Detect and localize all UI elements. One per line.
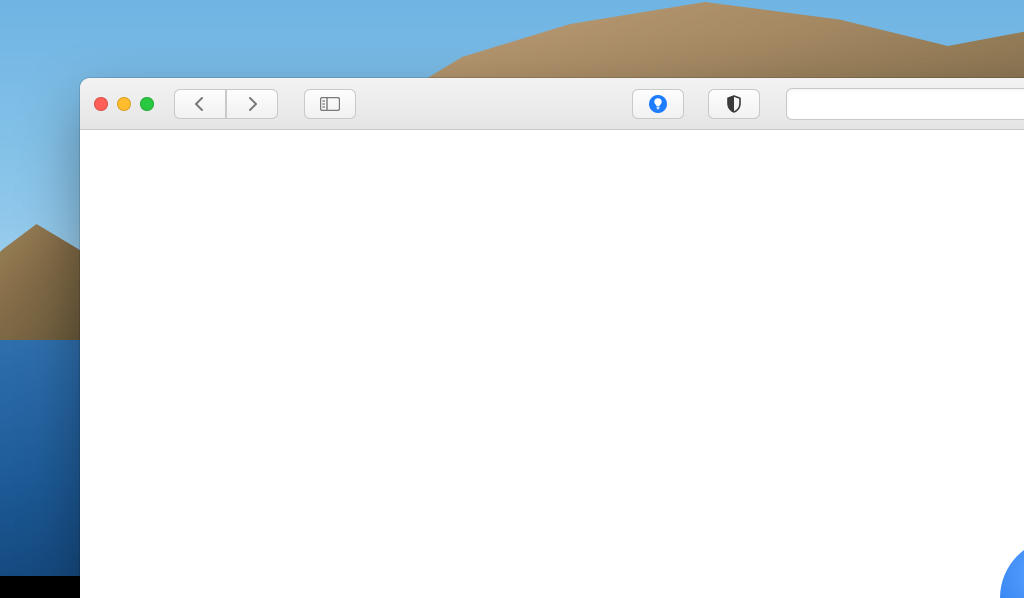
shield-icon: [726, 95, 742, 113]
privacy-report-button[interactable]: [708, 89, 760, 119]
page-content: [80, 130, 1024, 598]
tips-extension-button[interactable]: [632, 89, 684, 119]
chevron-left-icon: [194, 97, 206, 111]
close-button[interactable]: [94, 97, 108, 111]
window-controls: [94, 97, 154, 111]
chevron-right-icon: [246, 97, 258, 111]
safari-window: [80, 78, 1024, 598]
nav-back-forward: [174, 89, 278, 119]
forward-button[interactable]: [226, 89, 278, 119]
minimize-button[interactable]: [117, 97, 131, 111]
back-button[interactable]: [174, 89, 226, 119]
zoom-button[interactable]: [140, 97, 154, 111]
sidebar-icon: [320, 97, 340, 111]
page-graphic-circle: [1000, 538, 1024, 598]
lightbulb-icon: [648, 94, 668, 114]
wallpaper-water: [0, 340, 90, 576]
address-bar[interactable]: [786, 88, 1024, 120]
window-titlebar: [80, 78, 1024, 130]
sidebar-toggle-button[interactable]: [304, 89, 356, 119]
